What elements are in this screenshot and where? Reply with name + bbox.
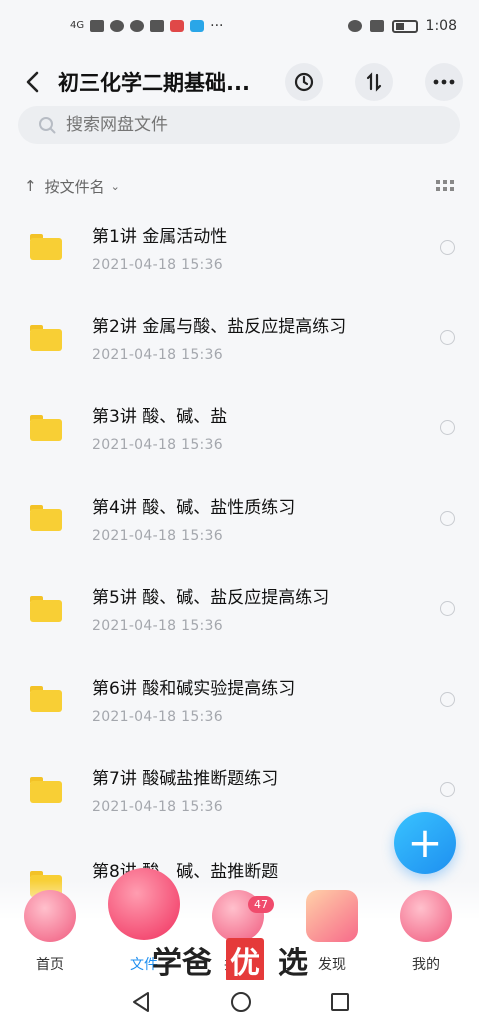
nav-recent-apps-icon[interactable]	[330, 993, 349, 1011]
user-icon	[400, 890, 452, 942]
file-date: 2021-04-18 15:36	[92, 708, 223, 725]
list-item[interactable]: 第6讲 酸和碱实验提高练习 2021-04-18 15:36	[0, 654, 479, 744]
select-checkbox[interactable]	[440, 782, 455, 798]
signal-bars-icon	[90, 20, 105, 32]
back-icon	[26, 71, 39, 93]
cube-icon	[306, 890, 358, 942]
status-icons-left: 4G ···	[70, 18, 223, 34]
file-name: 第6讲 酸和碱实验提高练习	[92, 678, 296, 699]
select-checkbox[interactable]	[440, 330, 455, 346]
list-item[interactable]: 第5讲 酸、碱、盐反应提高练习 2021-04-18 15:36	[0, 564, 479, 654]
search-input[interactable]	[66, 115, 426, 135]
folder-icon	[30, 234, 62, 261]
page-title: 初三化学二期基础...	[58, 71, 250, 95]
nav-home-icon[interactable]	[230, 992, 251, 1012]
select-checkbox[interactable]	[440, 601, 455, 617]
select-checkbox[interactable]	[440, 691, 455, 707]
file-name: 第7讲 酸碱盐推断题练习	[92, 769, 279, 790]
list-item[interactable]: 第1讲 金属活动性 2021-04-18 15:36	[0, 202, 479, 292]
sort-icon	[366, 72, 382, 92]
file-date: 2021-04-18 15:36	[92, 527, 223, 544]
app-notification-icon	[170, 20, 185, 32]
folder-icon	[30, 686, 62, 713]
more-notifications-icon: ···	[210, 18, 224, 34]
folder-icon	[30, 414, 62, 441]
search-icon	[39, 117, 56, 134]
header: 初三化学二期基础...	[0, 52, 479, 112]
tab-home[interactable]: 首页	[10, 880, 90, 980]
folder-icon	[30, 776, 62, 803]
history-button[interactable]	[285, 63, 323, 101]
back-button[interactable]	[16, 66, 48, 98]
file-name: 第2讲 金属与酸、盐反应提高练习	[92, 317, 347, 338]
file-date: 2021-04-18 15:36	[92, 256, 223, 273]
file-date: 2021-04-18 15:36	[92, 799, 223, 816]
tab-label: 发现	[318, 957, 346, 973]
search-bar[interactable]	[18, 106, 460, 144]
sort-button[interactable]	[355, 63, 393, 101]
list-item[interactable]: 第4讲 酸、碱、盐性质练习 2021-04-18 15:36	[0, 473, 479, 563]
folder-icon	[30, 505, 62, 532]
sort-label[interactable]: 按文件名	[45, 176, 105, 197]
select-checkbox[interactable]	[440, 239, 455, 255]
status-bar: 4G ··· 1:08	[0, 0, 479, 52]
more-button[interactable]	[425, 63, 463, 101]
plus-icon: +	[407, 818, 443, 867]
status-icons-right: 1:08	[347, 18, 457, 34]
chevron-down-icon[interactable]: ⌄	[111, 180, 120, 193]
cloud-icon	[24, 890, 76, 942]
history-icon	[294, 72, 314, 92]
grid-view-icon[interactable]	[436, 180, 454, 192]
folder-icon	[30, 324, 62, 351]
watermark-text: 选	[278, 946, 308, 981]
file-name: 第1讲 金属活动性	[92, 226, 228, 247]
list-item[interactable]: 第2讲 金属与酸、盐反应提高练习 2021-04-18 15:36	[0, 292, 479, 382]
tab-label: 首页	[36, 957, 64, 973]
header-actions	[285, 63, 463, 101]
tab-label: 我的	[412, 957, 440, 973]
list-item[interactable]: 第3讲 酸、碱、盐 2021-04-18 15:36	[0, 383, 479, 473]
vibrate-icon	[369, 20, 384, 32]
file-name: 第4讲 酸、碱、盐性质练习	[92, 497, 296, 518]
system-nav-bar	[0, 980, 479, 1024]
select-checkbox[interactable]	[440, 510, 455, 526]
file-date: 2021-04-18 15:36	[92, 437, 223, 454]
select-checkbox[interactable]	[440, 420, 455, 436]
file-name: 第5讲 酸、碱、盐反应提高练习	[92, 588, 330, 609]
app-notification-icon	[130, 20, 145, 32]
sort-bar: ↑ 按文件名 ⌄	[24, 172, 454, 200]
nav-back-icon[interactable]	[131, 991, 151, 1013]
sort-arrow-icon: ↑	[24, 177, 37, 195]
file-name: 第3讲 酸、碱、盐	[92, 407, 228, 428]
app-notification-icon	[110, 20, 125, 32]
cloud-icon	[150, 20, 165, 32]
signal-indicator: 4G	[70, 20, 85, 31]
file-date: 2021-04-18 15:36	[92, 347, 223, 364]
watermark: 学爸 优 选	[152, 938, 308, 982]
tab-profile[interactable]: 我的	[386, 880, 466, 980]
file-date: 2021-04-18 15:36	[92, 618, 223, 635]
folder-icon	[30, 595, 62, 622]
alarm-icon	[347, 20, 362, 32]
battery-icon	[391, 19, 418, 33]
add-button[interactable]: +	[394, 812, 456, 874]
watermark-text: 学爸	[152, 946, 212, 981]
status-time: 1:08	[425, 18, 457, 34]
folder-icon	[108, 868, 180, 940]
notification-badge: 47	[248, 896, 274, 913]
watermark-stamp: 优	[226, 938, 264, 982]
more-icon	[433, 79, 455, 85]
app-notification-icon	[190, 20, 205, 32]
